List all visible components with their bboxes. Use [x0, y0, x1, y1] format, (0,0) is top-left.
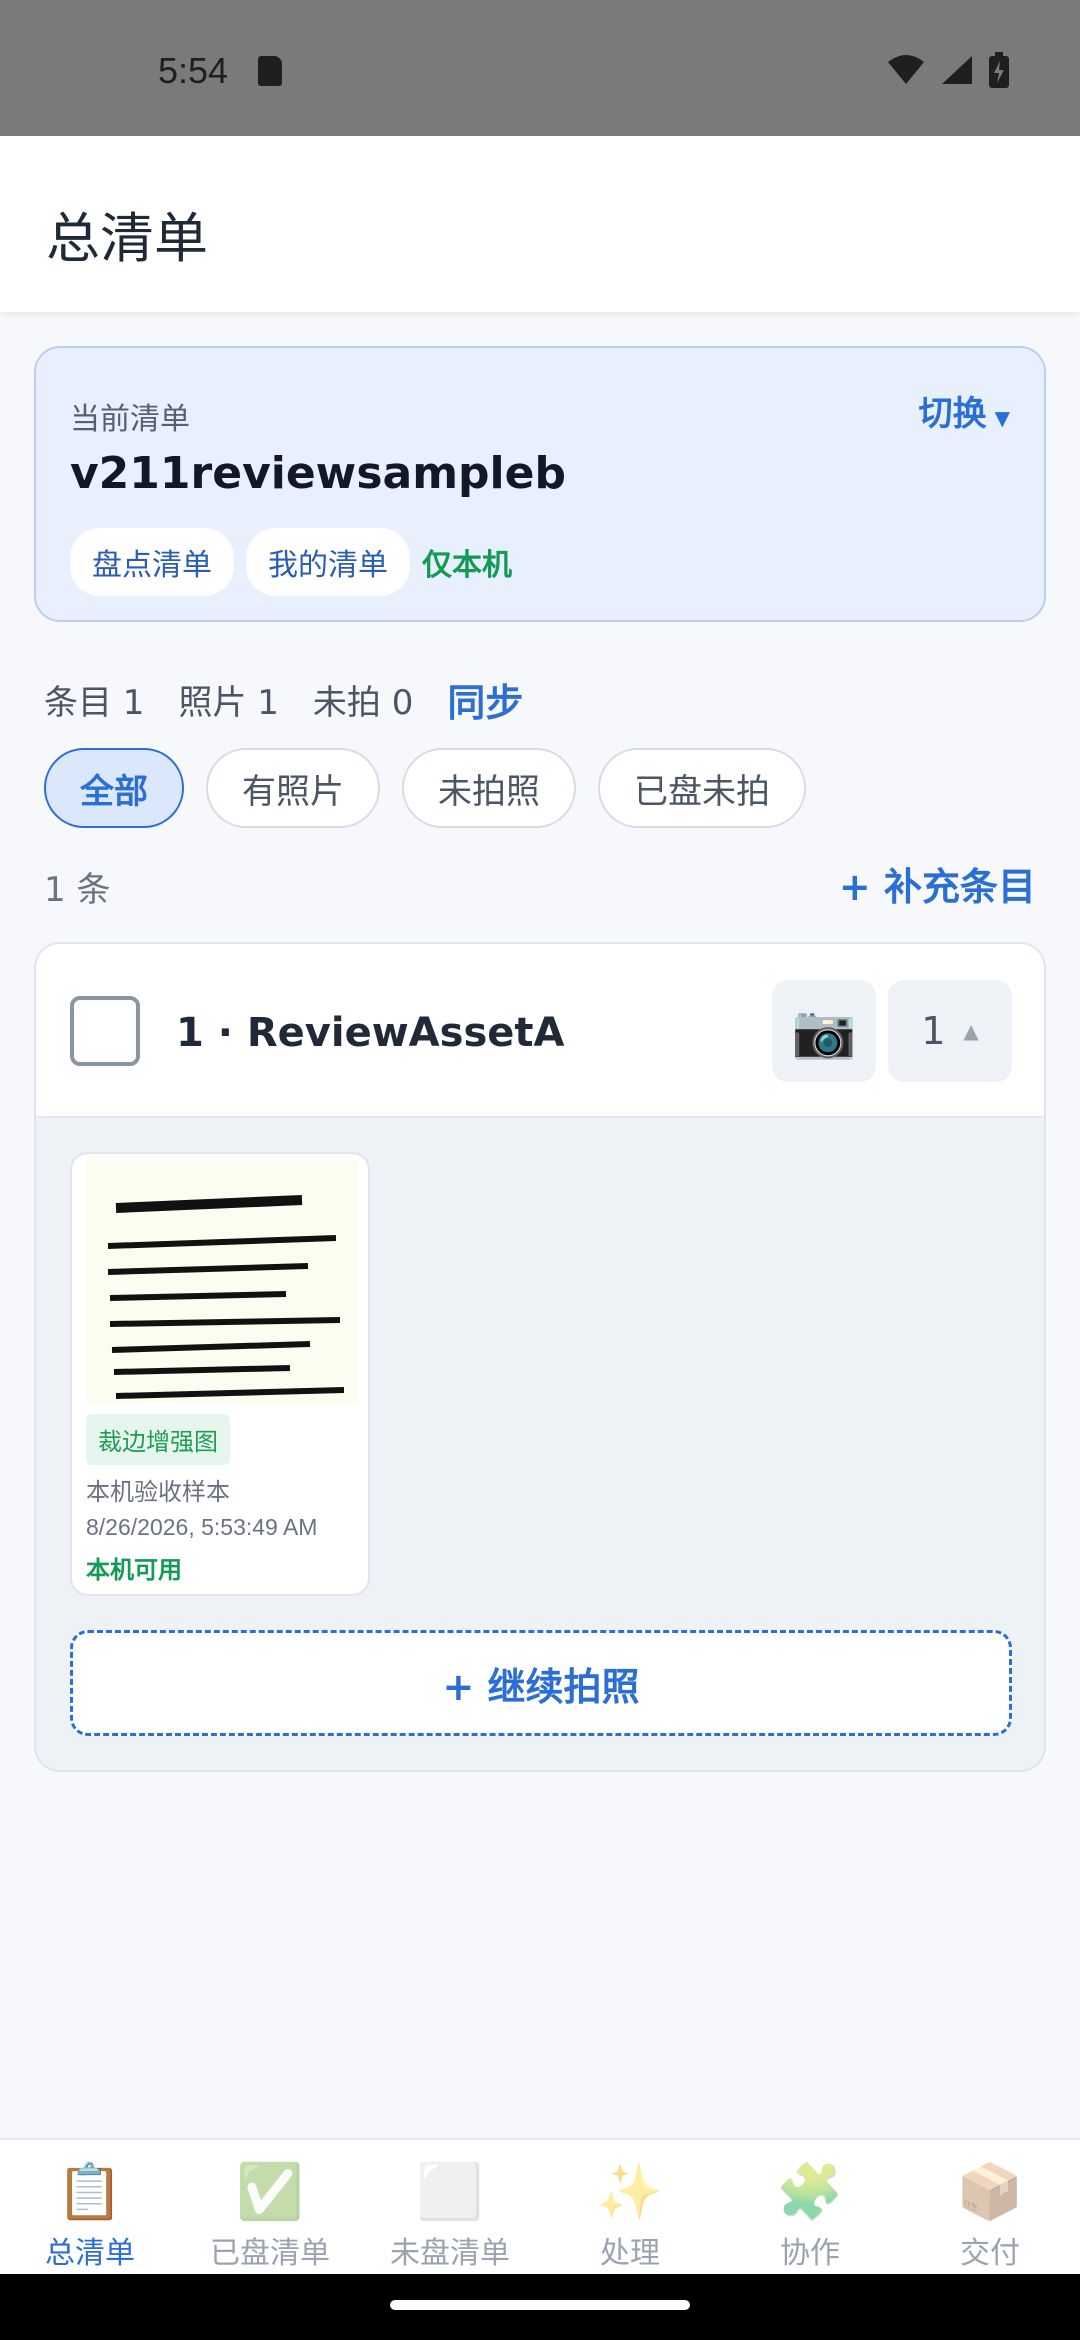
- continue-shooting-button[interactable]: + 继续拍照: [70, 1630, 1012, 1736]
- tag-inventory-list: 盘点清单: [70, 528, 234, 596]
- tag-my-list: 我的清单: [246, 528, 410, 596]
- quantity-value: 1: [921, 1009, 946, 1053]
- filter-chips: 全部 有照片 未拍照 已盘未拍: [44, 748, 806, 828]
- chevron-up-icon: ▲: [963, 1019, 979, 1043]
- filter-not-photographed[interactable]: 未拍照: [402, 748, 576, 828]
- list-tags: 盘点清单 我的清单 仅本机: [70, 528, 512, 596]
- sync-button[interactable]: 同步: [447, 672, 523, 727]
- cellular-icon: [942, 56, 972, 84]
- current-list-card: 当前清单 切换 ▼ v211reviewsampleb 盘点清单 我的清单 仅本机: [34, 346, 1046, 622]
- item-checkbox[interactable]: [70, 996, 140, 1066]
- gesture-bar: [0, 2274, 1080, 2340]
- nav-label: 协作: [780, 2236, 840, 2271]
- nav-label: 总清单: [45, 2236, 135, 2271]
- check-mark-icon: ✅: [236, 2160, 304, 2223]
- item-header: 1 · ReviewAssetA 📷 1 ▲: [36, 944, 1044, 1118]
- battery-icon: [989, 52, 1009, 88]
- nav-counted-list[interactable]: ✅ 已盘清单: [180, 2140, 360, 2274]
- filter-all[interactable]: 全部: [44, 748, 184, 828]
- bottom-nav: 📋 总清单 ✅ 已盘清单 ⬜ 未盘清单 ✨ 处理 🧩 协作 📦 交付: [0, 2138, 1080, 2274]
- clipboard-icon: 📋: [56, 2160, 124, 2223]
- quantity-button[interactable]: 1 ▲: [888, 980, 1012, 1082]
- stat-photos: 照片 1: [178, 683, 279, 723]
- stats-row: 条目 1 照片 1 未拍 0 同步: [44, 672, 557, 727]
- stat-unshot: 未拍 0: [312, 683, 414, 723]
- item-card: 1 · ReviewAssetA 📷 1 ▲ 裁边增强图 本机验收样本 8/26/…: [34, 942, 1046, 1772]
- nav-deliver[interactable]: 📦 交付: [900, 2140, 1080, 2274]
- filter-with-photo[interactable]: 有照片: [206, 748, 380, 828]
- nav-label: 已盘清单: [210, 2236, 330, 2271]
- switch-list-button[interactable]: 切换 ▼: [919, 386, 1010, 435]
- nav-label: 处理: [600, 2236, 660, 2271]
- current-list-name: v211reviewsampleb: [70, 448, 566, 499]
- puzzle-piece-icon: 🧩: [776, 2160, 844, 2223]
- nav-uncounted-list[interactable]: ⬜ 未盘清单: [360, 2140, 540, 2274]
- camera-button[interactable]: 📷: [772, 980, 876, 1082]
- app-header: 总清单: [0, 136, 1080, 312]
- filter-counted-not-photographed[interactable]: 已盘未拍: [598, 748, 806, 828]
- home-indicator[interactable]: [390, 2300, 690, 2310]
- current-list-label: 当前清单: [70, 402, 190, 437]
- chevron-down-icon: ▼: [994, 406, 1010, 430]
- status-icons: [886, 52, 1010, 88]
- photo-note: 本机验收样本: [86, 1478, 230, 1506]
- sparkles-icon: ✨: [596, 2160, 664, 2223]
- status-bar: 5:54: [0, 0, 1080, 136]
- wifi-icon: [888, 55, 924, 84]
- scope-local-only: 仅本机: [422, 548, 512, 583]
- photo-status: 本机可用: [86, 1556, 182, 1584]
- add-item-button[interactable]: + 补充条目: [839, 856, 1036, 911]
- sd-card-icon: [258, 56, 282, 86]
- nav-label: 交付: [960, 2236, 1020, 2271]
- document-preview-image: [107, 1195, 345, 1399]
- page-title: 总清单: [46, 207, 208, 270]
- package-icon: 📦: [956, 2160, 1024, 2223]
- enhanced-image-badge: 裁边增强图: [86, 1414, 230, 1465]
- nav-collaborate[interactable]: 🧩 协作: [720, 2140, 900, 2274]
- camera-icon: 📷: [791, 1001, 857, 1062]
- nav-label: 未盘清单: [390, 2236, 510, 2271]
- empty-square-icon: ⬜: [416, 2160, 484, 2223]
- switch-label: 切换: [918, 394, 987, 434]
- status-time: 5:54: [158, 50, 229, 91]
- photo-card[interactable]: 裁边增强图 本机验收样本 8/26/2026, 5:53:49 AM 本机可用: [70, 1152, 370, 1596]
- nav-process[interactable]: ✨ 处理: [540, 2140, 720, 2274]
- item-title: 1 · ReviewAssetA: [176, 1010, 565, 1056]
- stat-items: 条目 1: [44, 683, 145, 723]
- photo-timestamp: 8/26/2026, 5:53:49 AM: [86, 1514, 318, 1540]
- photo-thumbnail[interactable]: [86, 1160, 358, 1404]
- result-count: 1 条: [44, 870, 111, 910]
- nav-master-list[interactable]: 📋 总清单: [0, 2140, 180, 2274]
